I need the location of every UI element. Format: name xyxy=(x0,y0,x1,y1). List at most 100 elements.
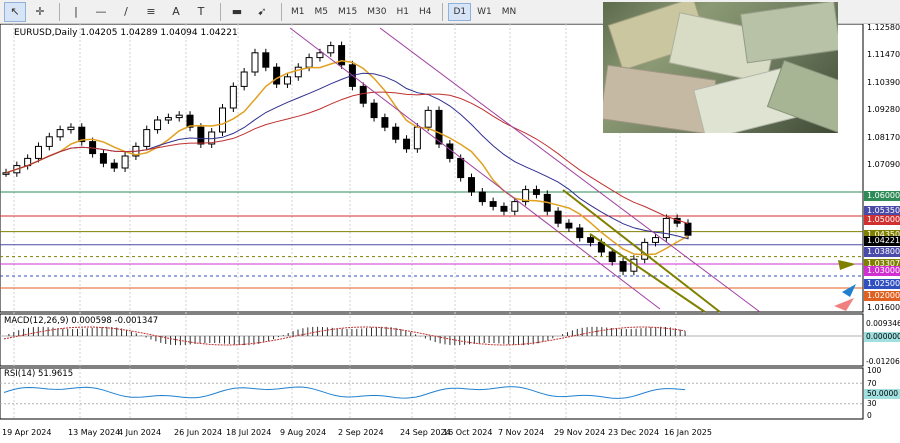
candle-body xyxy=(273,66,281,85)
candle-body xyxy=(99,153,107,164)
candle-body xyxy=(370,102,378,119)
price-axis-label: 1.11470 xyxy=(867,50,900,59)
candle-body xyxy=(219,107,227,133)
candle-body xyxy=(110,162,118,169)
date-axis-label: 23 Dec 2024 xyxy=(608,428,659,437)
candle-body xyxy=(164,117,172,121)
candle-body xyxy=(489,201,497,207)
candle-body xyxy=(283,76,291,85)
candle-body xyxy=(500,205,508,212)
candle-body xyxy=(467,177,475,193)
timeframe-m15[interactable]: M15 xyxy=(334,3,361,21)
candle-body xyxy=(121,155,129,169)
cursor-tool[interactable]: ↖ xyxy=(4,1,26,22)
timeframe-d1[interactable]: D1 xyxy=(448,2,472,21)
vertical-line-tool[interactable]: | xyxy=(65,2,87,22)
candle-body xyxy=(587,237,595,243)
price-axis-label: 1.07090 xyxy=(867,160,900,169)
price-axis-label: 1.08170 xyxy=(867,133,900,142)
rsi-axis-label: 50.0000 xyxy=(867,389,898,398)
candle-body xyxy=(511,201,519,212)
timeframe-m30[interactable]: M30 xyxy=(363,3,390,21)
candle-body xyxy=(619,261,627,272)
price-tag-label: 1.02500 xyxy=(867,279,900,288)
candle-body xyxy=(143,129,151,147)
label-tool[interactable]: T xyxy=(190,2,212,22)
date-axis-label: 13 May 2024 xyxy=(68,428,120,437)
text-tool[interactable]: A xyxy=(165,2,187,22)
candle-body xyxy=(413,126,421,150)
candle-body xyxy=(305,57,313,68)
date-axis-label: 26 Jun 2024 xyxy=(174,428,222,437)
candle-body xyxy=(2,172,10,175)
trendline-tool[interactable]: / xyxy=(115,2,137,22)
timeframe-m1[interactable]: M1 xyxy=(287,3,309,21)
price-tag-label: 1.06000 xyxy=(867,191,900,200)
price-axis-label: 1.10390 xyxy=(867,78,900,87)
candle-body xyxy=(175,114,183,119)
timeframe-w1[interactable]: W1 xyxy=(473,3,496,21)
candle-body xyxy=(327,45,335,54)
arrows-tool[interactable]: ➹ xyxy=(251,2,273,22)
candle-body xyxy=(34,145,42,159)
date-axis-label: 19 Apr 2024 xyxy=(2,428,51,437)
candle-body xyxy=(554,210,562,224)
date-axis-label: 2 Sep 2024 xyxy=(338,428,384,437)
rsi-axis-label: 0 xyxy=(867,411,872,420)
candle-body xyxy=(381,117,389,128)
candle-body xyxy=(45,136,53,147)
macd-axis-label: -0.012068 xyxy=(866,357,900,366)
price-tag-label: 1.02000 xyxy=(867,291,900,300)
price-tag-label: 1.04221 xyxy=(867,236,900,245)
candle-body xyxy=(359,85,367,104)
shapes-tool[interactable]: ▬ xyxy=(226,2,248,22)
timeframe-mn[interactable]: MN xyxy=(498,3,521,21)
crosshair-tool[interactable]: ✛ xyxy=(29,2,51,22)
macd-title: MACD(12,26,9) 0.000598 -0.001347 xyxy=(4,316,159,326)
candle-body xyxy=(251,52,259,73)
price-axis-label: 1.09280 xyxy=(867,105,900,114)
candle-body xyxy=(478,191,486,203)
candle-body xyxy=(576,227,584,239)
macd-axis-label: 0.000000 xyxy=(866,332,900,341)
candle-body xyxy=(662,217,670,239)
rsi-axis-label: 70 xyxy=(867,379,877,388)
rsi-title: RSI(14) 51.9615 xyxy=(4,369,74,379)
candle-body xyxy=(197,126,205,145)
horizontal-line-tool[interactable]: — xyxy=(90,2,112,22)
rsi-axis-label: 100 xyxy=(867,366,882,375)
price-axis-label: 1.12580 xyxy=(867,24,900,32)
candle-body xyxy=(392,126,400,140)
date-axis-label: 7 Nov 2024 xyxy=(498,428,544,437)
candle-body xyxy=(229,85,237,109)
price-tag-label: 1.05350 xyxy=(867,206,900,215)
date-axis-label: 16 Oct 2024 xyxy=(443,428,492,437)
candle-body xyxy=(457,157,465,179)
candle-body xyxy=(67,126,75,131)
timeframe-h4[interactable]: H4 xyxy=(415,3,436,21)
date-axis-label: 29 Nov 2024 xyxy=(554,428,605,437)
candle-body xyxy=(154,119,162,131)
date-axis-label: 4 Jun 2024 xyxy=(118,428,161,437)
price-tag-label: 1.03000 xyxy=(867,266,900,275)
price-tag-label: 1.05000 xyxy=(867,215,900,224)
candle-body xyxy=(56,129,64,138)
candle-body xyxy=(608,251,616,263)
candle-body xyxy=(262,52,270,68)
timeframe-m5[interactable]: M5 xyxy=(311,3,333,21)
chart-title: EURUSD,Daily 1.04205 1.04289 1.04094 1.0… xyxy=(14,28,238,38)
price-axis-label: 1.01600 xyxy=(867,303,900,312)
candle-body xyxy=(294,66,302,78)
date-axis-label: 18 Jul 2024 xyxy=(226,428,271,437)
timeframe-h1[interactable]: H1 xyxy=(392,3,413,21)
date-axis-label: 16 Jan 2025 xyxy=(664,428,712,437)
candle-body xyxy=(565,222,573,229)
candle-body xyxy=(684,222,692,236)
candle-body xyxy=(652,237,660,243)
fibonacci-tool[interactable]: ≡ xyxy=(140,2,162,22)
date-axis-label: 9 Aug 2024 xyxy=(280,428,326,437)
rsi-pane[interactable] xyxy=(0,367,864,420)
rsi-axis-label: 30 xyxy=(867,399,877,408)
candle-body xyxy=(424,109,432,128)
candle-body xyxy=(532,189,540,195)
